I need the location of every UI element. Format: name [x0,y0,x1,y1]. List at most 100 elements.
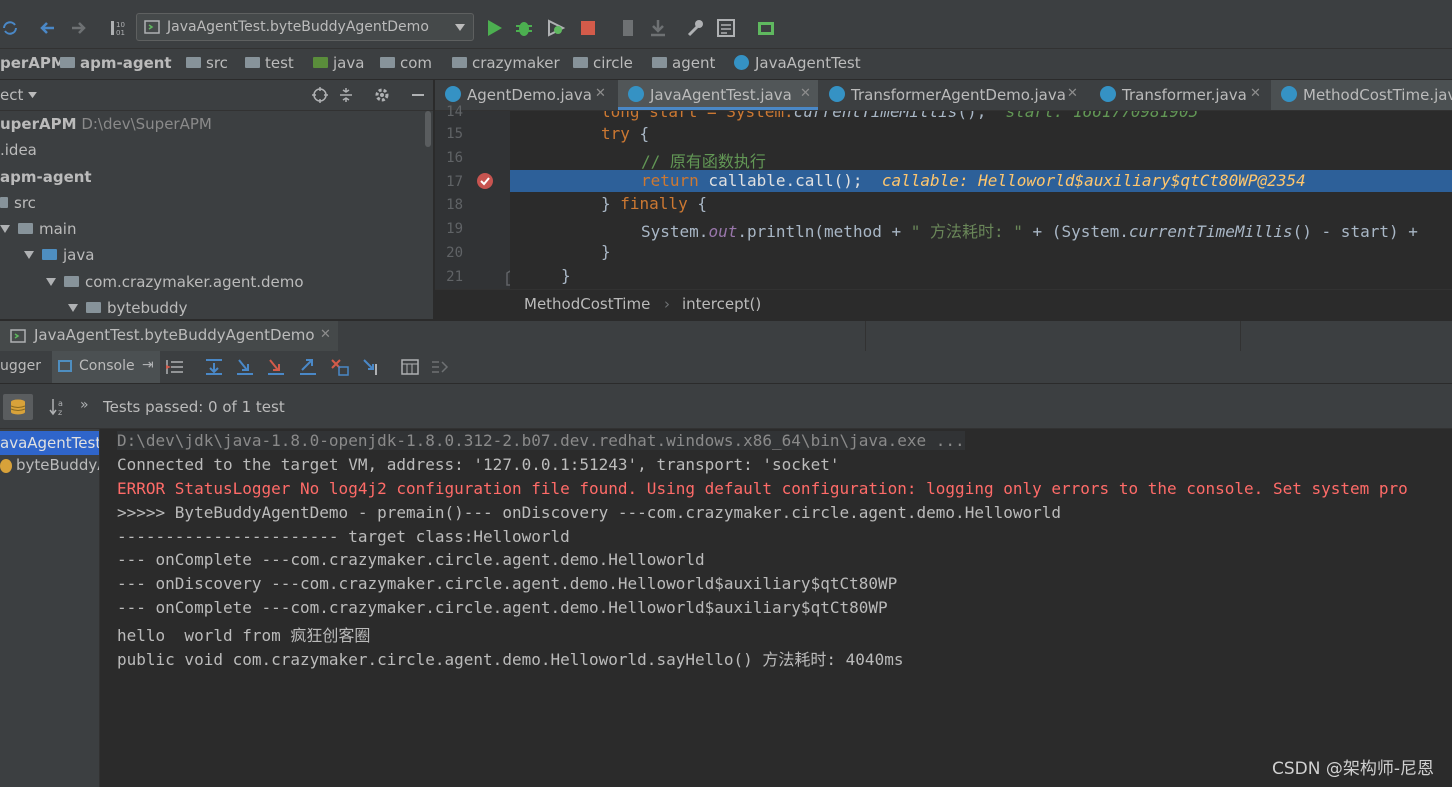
breadcrumb-item-java[interactable]: java [313,54,364,72]
code-line-16: // 原有函数执行 [641,152,766,171]
junit-icon [144,20,160,34]
hide-icon[interactable] [410,87,426,103]
watermark: CSDN @架构师-尼恩 [1271,759,1434,779]
structure-icon[interactable] [716,18,736,38]
tab-transformer[interactable]: Transformer.java ✕ [1090,80,1270,110]
project-view-selector[interactable]: ect [0,86,23,104]
build-icon[interactable]: 1001 [108,18,128,38]
step-over-icon[interactable] [204,358,224,376]
tree-item-java[interactable]: java [24,246,94,264]
project-scrollbar[interactable] [425,111,431,147]
locate-icon[interactable] [312,87,328,103]
settings-icon[interactable] [686,18,706,38]
chevron-down-icon[interactable] [28,92,37,99]
console-output[interactable]: D:\dev\jdk\java-1.8.0-openjdk-1.8.0.312-… [100,429,1452,787]
toggle-passed-button[interactable] [3,394,33,420]
drop-frame-icon[interactable] [330,358,350,376]
tree-item-idea[interactable]: .idea [0,141,37,159]
trace-icon[interactable] [430,358,450,376]
force-step-into-icon[interactable] [266,358,286,376]
tab-debug-session[interactable]: JavaAgentTest.byteBuddyAgentDemo ✕ [0,321,338,351]
tree-item-package-demo[interactable]: com.crazymaker.agent.demo [46,273,304,291]
tab-console[interactable]: Console ⇥ [52,351,160,383]
code-line-14: long start = System.currentTimeMillis();… [601,111,1199,121]
breakpoint-icon[interactable] [476,172,494,190]
update-icon[interactable] [648,18,668,38]
tab-methodcosttime[interactable]: MethodCostTime.jav [1271,80,1452,110]
editor-gutter[interactable]: 14 15 16 17 18 19 20 21 [435,104,518,289]
sdk-icon[interactable] [756,18,776,38]
tab-debugger[interactable]: ugger [0,358,41,374]
test-tree-item-root[interactable]: avaAgentTest [0,431,99,455]
console-line: ----------------------- target class:Hel… [117,527,570,546]
breadcrumb-class[interactable]: MethodCostTime [524,295,650,313]
source-folder-icon [42,249,57,260]
close-icon[interactable]: ✕ [800,86,811,101]
breadcrumb-item-test[interactable]: test [245,54,294,72]
expand-arrow-icon[interactable] [0,225,10,233]
run-configuration-select[interactable]: JavaAgentTest.byteBuddyAgentDemo [136,13,474,41]
forward-icon[interactable] [68,18,88,38]
expand-arrow-icon[interactable] [68,304,78,312]
collapse-all-icon[interactable] [338,87,354,103]
tab-javaagenttest[interactable]: JavaAgentTest.java ✕ [618,80,818,110]
tree-item-bytebuddy[interactable]: bytebuddy [68,299,187,317]
pin-icon[interactable]: ⇥ [142,357,154,373]
tab-transformeragentdemo[interactable]: TransformerAgentDemo.java ✕ [819,80,1089,110]
project-tree: uperAPM D:\dev\SuperAPM .idea apm-agent … [0,111,433,319]
breadcrumb-item-circle[interactable]: circle [573,54,633,72]
test-tree-item-method[interactable]: byteBuddyA [0,456,99,474]
line-number: 14 [446,104,463,120]
step-out-icon[interactable] [298,358,318,376]
breadcrumb-item-javaagenttest[interactable]: JavaAgentTest [734,54,861,72]
evaluate-expression-icon[interactable] [400,358,420,376]
tree-item-path-hint: D:\dev\SuperAPM [81,115,212,133]
coverage-icon[interactable] [546,18,566,38]
tree-item-superapm[interactable]: uperAPM D:\dev\SuperAPM [0,115,212,133]
back-icon[interactable] [38,18,58,38]
module-folder-icon [60,57,75,68]
sync-icon[interactable] [0,18,20,38]
more-icon[interactable]: » [80,397,89,413]
close-icon[interactable]: ✕ [595,86,606,101]
run-icon[interactable] [484,18,504,38]
step-into-icon[interactable] [235,358,255,376]
run-to-cursor-icon[interactable] [362,358,382,376]
breadcrumb-item-crazymaker[interactable]: crazymaker [452,54,560,72]
sort-alphabetically-icon[interactable]: az [48,397,68,417]
close-icon[interactable]: ✕ [1067,86,1078,101]
package-icon [652,57,667,68]
code-line-21: } [561,266,571,285]
expand-arrow-icon[interactable] [46,278,56,286]
tree-item-src[interactable]: src [0,194,36,212]
line-number: 16 [446,150,463,166]
class-icon [445,86,461,102]
line-number: 18 [446,197,463,213]
gear-icon[interactable] [374,87,390,103]
main-toolbar: 10 01 JavaAgentTest.byteBuddyAgentDemo [0,8,1452,49]
attach-icon[interactable] [618,18,638,38]
breadcrumb-method[interactable]: intercept() [682,295,761,313]
close-icon[interactable]: ✕ [320,327,331,342]
breadcrumb-separator: › [664,295,670,313]
code-editor-lower[interactable]: } finally { System.out.println(method + … [510,192,1452,289]
show-execution-point-icon[interactable] [165,358,185,376]
breadcrumb-item-com[interactable]: com [380,54,432,72]
console-line: --- onComplete ---com.crazymaker.circle.… [117,550,705,569]
breadcrumb-item-superapm[interactable]: perAPM [0,54,66,72]
stop-icon[interactable] [578,18,598,38]
line-number: 17 [446,174,463,190]
breadcrumb-item-src[interactable]: src [186,54,228,72]
breadcrumb-item-apm-agent[interactable]: apm-agent [60,54,172,72]
expand-arrow-icon[interactable] [24,251,34,259]
close-icon[interactable]: ✕ [1250,86,1261,101]
code-line-15: try { [601,124,650,143]
breadcrumb-item-agent[interactable]: agent [652,54,715,72]
debug-icon[interactable] [514,18,534,38]
execution-point-highlight: return callable.call(); callable: Hellow… [510,170,1452,192]
tree-item-main[interactable]: main [0,220,76,238]
test-results-tree: avaAgentTest byteBuddyA [0,429,100,787]
tree-item-apm-agent[interactable]: apm-agent [0,168,92,186]
code-line-18: } finally { [601,194,707,213]
project-panel-header: ect [0,80,433,111]
